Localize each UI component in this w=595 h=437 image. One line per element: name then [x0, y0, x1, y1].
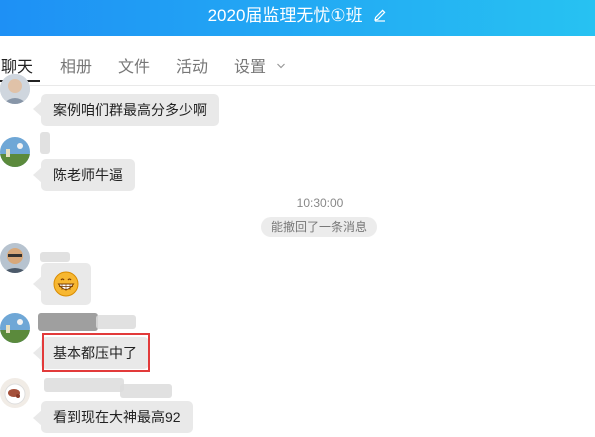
tab-settings-label: 设置	[234, 59, 267, 76]
message-bubble[interactable]: 看到现在大神最高92	[41, 401, 193, 433]
pencil-icon[interactable]	[373, 8, 387, 22]
avatar[interactable]	[0, 137, 30, 167]
avatar-portrait-icon	[0, 74, 30, 104]
tab-settings[interactable]: 设置	[234, 53, 286, 77]
system-notice: 能撤回了一条消息	[261, 217, 378, 237]
avatar-landscape-icon	[0, 137, 30, 167]
group-title: 2020届监理无忧①班	[207, 6, 363, 25]
redacted-name	[120, 384, 172, 398]
avatar-person-icon	[0, 243, 30, 273]
tab-album[interactable]: 相册	[60, 53, 92, 77]
tab-activities[interactable]: 活动	[176, 53, 208, 77]
redacted-name	[40, 252, 70, 262]
avatar[interactable]	[0, 378, 30, 408]
group-title-bar: 2020届监理无忧①班	[0, 0, 595, 36]
avatar[interactable]	[0, 74, 30, 104]
avatar[interactable]	[0, 243, 30, 273]
redacted-name	[38, 313, 98, 331]
message-bubble[interactable]: 陈老师牛逼	[41, 159, 135, 191]
avatar-landscape-icon	[0, 313, 30, 343]
chevron-down-icon	[277, 63, 286, 69]
message-bubble[interactable]: 案例咱们群最高分多少啊	[41, 94, 219, 126]
tab-bar: 聊天 相册 文件 活动 设置	[0, 36, 595, 86]
avatar-food-icon	[0, 378, 30, 408]
message-timestamp: 10:30:00	[296, 196, 344, 210]
redacted-name	[96, 315, 136, 329]
avatar[interactable]	[0, 313, 30, 343]
highlight-box	[42, 333, 150, 372]
chat-header: 2020届监理无忧①班	[0, 0, 595, 36]
redacted-name	[40, 132, 50, 154]
tab-files[interactable]: 文件	[118, 53, 150, 77]
message-bubble[interactable]	[41, 263, 91, 305]
grinning-face-emoji	[53, 271, 79, 297]
redacted-name	[44, 378, 124, 392]
